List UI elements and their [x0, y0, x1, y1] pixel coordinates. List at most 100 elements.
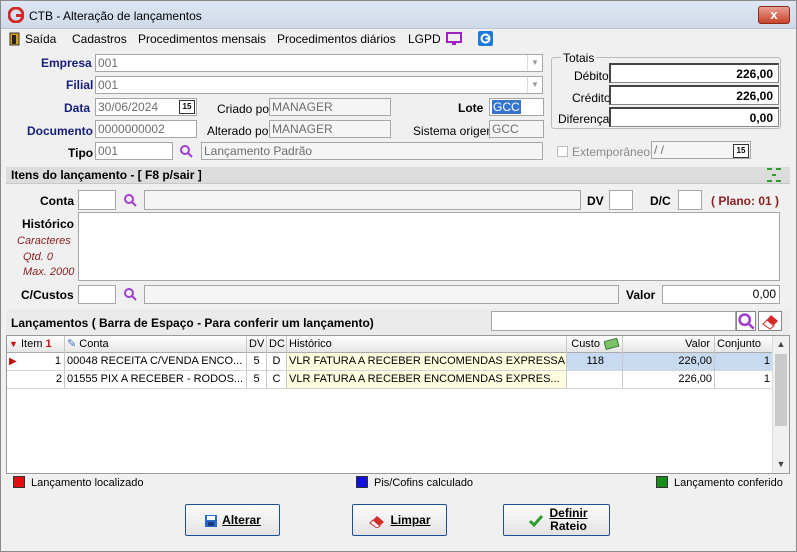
dv-field[interactable] [609, 190, 633, 210]
historico-label: Histórico [22, 217, 75, 231]
calendar-icon[interactable]: 15 [179, 100, 195, 114]
col-conta[interactable]: ✎ Conta [65, 336, 247, 353]
rateio-label: Rateio [550, 519, 587, 533]
data-value: 30/06/2024 [98, 100, 159, 114]
col-valor[interactable]: Valor [623, 336, 715, 353]
clear-search-button[interactable] [758, 311, 782, 331]
app-shortcut-icon[interactable] [478, 31, 493, 46]
extemporaneo-value: / / [654, 143, 665, 157]
tipo-field[interactable]: 001 [95, 142, 173, 160]
extemporaneo-label: Extemporâneo [572, 145, 651, 159]
extemporaneo-checkbox[interactable] [557, 146, 568, 157]
scroll-down-icon[interactable]: ▼ [773, 456, 789, 473]
main-window: CTB - Alteração de lançamentos x Saída C… [0, 0, 797, 552]
qtd-label: Qtd. 0 [23, 251, 53, 263]
monitor-icon[interactable] [446, 32, 462, 46]
limpar-label: Limpar [390, 513, 431, 527]
search-button[interactable] [736, 311, 756, 331]
dc-field[interactable] [678, 190, 702, 210]
filial-combo[interactable]: 001 ▼ [95, 76, 543, 94]
search-icon[interactable] [123, 193, 137, 207]
table-row[interactable]: ▶ 1 00048 RECEITA C/VENDA ENCO... 5 D VLR… [7, 353, 773, 371]
alterado-label: Alterado por [207, 124, 273, 138]
window-title: CTB - Alteração de lançamentos [29, 9, 202, 23]
grid-header: ▼ Item 1 ✎ Conta DV DC Histórico Custo V… [7, 336, 773, 353]
historico-textarea[interactable] [78, 212, 780, 281]
col-item-label: Item [20, 338, 43, 350]
grid-scrollbar[interactable]: ▲ ▼ [772, 336, 789, 473]
legend-localizado-label: Lançamento localizado [31, 477, 144, 489]
scroll-thumb[interactable] [775, 354, 787, 426]
col-custo[interactable]: Custo [567, 336, 623, 353]
menu-saida[interactable]: Saída [25, 32, 56, 46]
row-item-value: 1 [54, 355, 61, 367]
lancamentos-grid[interactable]: ▼ Item 1 ✎ Conta DV DC Histórico Custo V… [6, 335, 790, 474]
row-dc-cell: D [267, 353, 287, 371]
legend-blue-swatch [356, 476, 368, 488]
tipo-label: Tipo [68, 146, 94, 160]
ccustos-field[interactable] [78, 285, 116, 304]
row-custo-cell: 118 [567, 353, 623, 371]
col-conjunto[interactable]: Conjunto [715, 336, 773, 353]
row-custo-cell [567, 371, 623, 389]
col-historico[interactable]: Histórico [287, 336, 567, 353]
table-row[interactable]: 2 01555 PIX A RECEBER - RODOS... 5 C VLR… [7, 371, 773, 389]
row-historico-cell: VLR FATURA A RECEBER ENCOMENDAS EXPRESSA [287, 353, 567, 371]
legend-conferido-label: Lançamento conferido [674, 477, 783, 489]
limpar-button[interactable]: Limpar [352, 504, 447, 536]
legend-localizado: Lançamento localizado [13, 476, 144, 489]
sistema-label: Sistema origem [413, 124, 497, 138]
row-item-cell: 2 [7, 371, 65, 389]
search-icon [738, 313, 755, 330]
search-icon[interactable] [123, 287, 137, 301]
conta-field[interactable] [78, 190, 116, 210]
chevron-down-icon[interactable]: ▼ [527, 77, 542, 93]
empresa-label: Empresa [41, 56, 92, 70]
row-valor-cell: 226,00 [623, 353, 715, 371]
filial-label: Filial [66, 78, 94, 92]
lancamentos-search-input[interactable] [491, 311, 736, 331]
app-logo-icon [8, 7, 24, 23]
col-item[interactable]: ▼ Item 1 [7, 336, 65, 353]
legend-piscofins: Pis/Cofins calculado [356, 476, 473, 489]
plano-label: ( Plano: 01 ) [711, 194, 780, 208]
menu-lgpd[interactable]: LGPD [408, 32, 441, 46]
sistema-field: GCC [489, 120, 544, 138]
alterar-button[interactable]: Alterar [185, 504, 280, 536]
row-historico-cell: VLR FATURA A RECEBER ENCOMENDAS EXPRES..… [287, 371, 567, 389]
col-dc[interactable]: DC [267, 336, 287, 353]
documento-value: 0000000002 [98, 122, 165, 136]
documento-field[interactable]: 0000000002 [95, 120, 197, 138]
lote-label: Lote [458, 101, 484, 115]
search-icon[interactable] [179, 144, 193, 158]
diferenca-label: Diferença [558, 112, 610, 126]
col-conta-label: Conta [79, 338, 109, 350]
collapse-icon[interactable] [766, 167, 782, 183]
itens-section-bar: Itens do lançamento - [ F8 p/sair ] [6, 167, 790, 184]
criado-label: Criado por [217, 102, 274, 116]
exit-icon [9, 32, 20, 46]
eraser-icon [762, 315, 778, 330]
row-conjunto-cell: 1 [715, 371, 773, 389]
valor-field[interactable]: 0,00 [662, 285, 780, 304]
definir-rateio-button[interactable]: Definir Rateio [503, 504, 610, 536]
diferenca-field: 0,00 [609, 107, 779, 127]
criado-field: MANAGER [269, 98, 391, 116]
close-button[interactable]: x [758, 6, 790, 24]
menu-procedimentos-diarios[interactable]: Procedimentos diários [277, 32, 396, 46]
lote-field[interactable]: GCC [489, 98, 544, 116]
max-label: Max. 2000 [23, 266, 75, 278]
legend-red-swatch [13, 476, 25, 488]
col-dv[interactable]: DV [247, 336, 267, 353]
sort-icon: 1 [45, 338, 52, 350]
eraser-icon [369, 515, 385, 528]
documento-label: Documento [27, 124, 93, 138]
calendar-icon[interactable]: 15 [733, 144, 749, 158]
row-conjunto-cell: 1 [715, 353, 773, 371]
chevron-down-icon[interactable]: ▼ [527, 55, 542, 71]
scroll-up-icon[interactable]: ▲ [773, 336, 789, 353]
empresa-combo[interactable]: 001 ▼ [95, 54, 543, 72]
ccustos-description [144, 285, 619, 304]
menu-procedimentos-mensais[interactable]: Procedimentos mensais [138, 32, 266, 46]
menu-cadastros[interactable]: Cadastros [72, 32, 127, 46]
